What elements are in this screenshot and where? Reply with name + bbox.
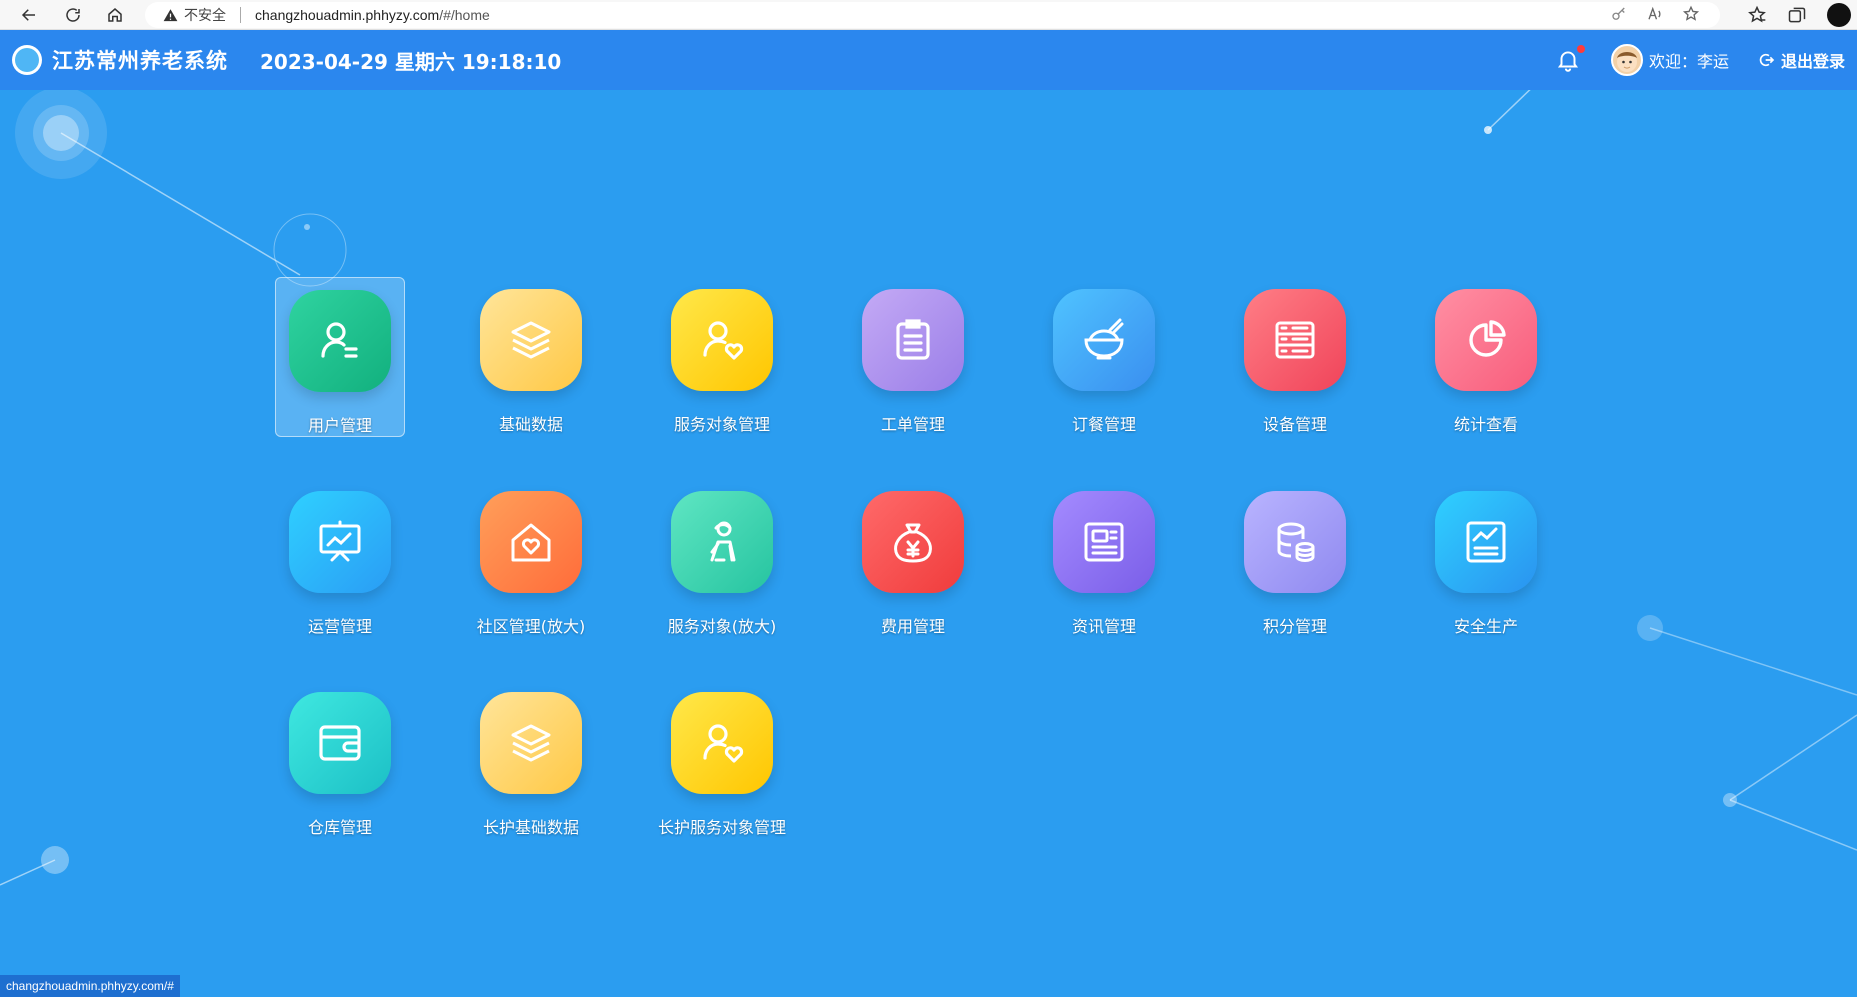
module-tile-label: 统计查看: [1453, 415, 1518, 434]
browser-toolbar: 不安全 changzhouadmin.phhyzy.com/#/home: [0, 0, 1857, 30]
key-icon[interactable]: [1610, 5, 1628, 23]
user-heart-icon[interactable]: [671, 289, 773, 391]
module-tile[interactable]: 运营管理: [275, 479, 405, 639]
module-tile-label: 仓库管理: [307, 818, 372, 837]
rice-bowl-icon[interactable]: [1053, 289, 1155, 391]
status-url-tooltip: changzhouadmin.phhyzy.com/#: [0, 975, 180, 997]
module-tile[interactable]: 服务对象管理: [657, 277, 787, 437]
security-warning[interactable]: 不安全: [163, 5, 226, 25]
app-header: 江苏常州养老系统 2023-04-29 星期六 19:18:10 欢迎：李运 退…: [0, 30, 1857, 90]
module-tile-label: 长护基础数据: [482, 818, 579, 837]
module-tile[interactable]: 基础数据: [466, 277, 596, 437]
notification-badge: [1576, 45, 1585, 53]
module-tile-label: 服务对象(放大): [667, 617, 777, 636]
module-tile[interactable]: 积分管理: [1230, 479, 1360, 639]
favorite-add-icon[interactable]: [1682, 5, 1700, 23]
module-tile[interactable]: 工单管理: [848, 277, 978, 437]
logout-icon: [1759, 53, 1775, 67]
module-tile-label: 资讯管理: [1071, 617, 1136, 636]
logout-label: 退出登录: [1780, 52, 1845, 71]
module-tile[interactable]: 社区管理(放大): [466, 479, 596, 639]
home-icon[interactable]: [100, 0, 130, 30]
elderly-person-icon[interactable]: [671, 491, 773, 593]
welcome-text: 欢迎：李运: [1648, 52, 1729, 71]
favorites-icon[interactable]: [1747, 5, 1767, 25]
module-tile-label: 服务对象管理: [673, 415, 770, 434]
wallet-icon[interactable]: [289, 692, 391, 794]
module-tile-label: 社区管理(放大): [476, 617, 586, 636]
database-icon[interactable]: [1244, 491, 1346, 593]
module-tile[interactable]: 资讯管理: [1039, 479, 1169, 639]
house-heart-icon[interactable]: [480, 491, 582, 593]
module-tile-label: 费用管理: [880, 617, 945, 636]
module-tile-label: 安全生产: [1453, 617, 1518, 636]
module-tile[interactable]: 长护基础数据: [466, 680, 596, 840]
module-tile[interactable]: 用户管理: [275, 277, 405, 437]
presentation-icon[interactable]: [289, 491, 391, 593]
module-tile-label: 运营管理: [307, 617, 372, 636]
divider: [240, 7, 241, 23]
module-tile-label: 用户管理: [307, 416, 372, 435]
module-tile[interactable]: 长护服务对象管理: [657, 680, 787, 840]
url-host: changzhouadmin.phhyzy.com: [255, 7, 440, 23]
money-bag-icon[interactable]: [862, 491, 964, 593]
current-datetime: 2023-04-29 星期六 19:18:10: [260, 49, 562, 74]
module-tile-label: 设备管理: [1262, 415, 1327, 434]
report-icon[interactable]: [1435, 491, 1537, 593]
refresh-icon[interactable]: [58, 0, 88, 30]
module-tile[interactable]: 设备管理: [1230, 277, 1360, 437]
read-aloud-icon[interactable]: [1646, 5, 1664, 23]
user-list-icon[interactable]: [289, 290, 391, 392]
module-tile[interactable]: 仓库管理: [275, 680, 405, 840]
layers-icon[interactable]: [480, 692, 582, 794]
server-icon[interactable]: [1244, 289, 1346, 391]
module-tile-label: 基础数据: [498, 415, 563, 434]
layers-icon[interactable]: [480, 289, 582, 391]
module-tile[interactable]: 统计查看: [1421, 277, 1551, 437]
logout-button[interactable]: 退出登录: [1759, 48, 1845, 72]
module-tile-label: 订餐管理: [1071, 415, 1136, 434]
module-tile-label: 积分管理: [1262, 617, 1327, 636]
avatar[interactable]: [1610, 44, 1643, 76]
url-text: changzhouadmin.phhyzy.com/#/home: [255, 7, 490, 23]
clipboard-icon[interactable]: [862, 289, 964, 391]
module-tile[interactable]: 订餐管理: [1039, 277, 1169, 437]
notification-bell-icon[interactable]: [1555, 45, 1585, 73]
profile-icon[interactable]: [1827, 3, 1851, 27]
address-bar[interactable]: 不安全 changzhouadmin.phhyzy.com/#/home: [145, 2, 1720, 28]
module-tile-label: 长护服务对象管理: [657, 818, 786, 837]
logo-icon: [12, 45, 42, 75]
url-path: /#/home: [439, 7, 490, 23]
warning-icon: [163, 8, 178, 21]
module-tile[interactable]: 服务对象(放大): [657, 479, 787, 639]
security-label: 不安全: [184, 8, 226, 24]
back-icon[interactable]: [14, 0, 44, 30]
module-tile[interactable]: 安全生产: [1421, 479, 1551, 639]
pie-chart-icon[interactable]: [1435, 289, 1537, 391]
news-icon[interactable]: [1053, 491, 1155, 593]
app-title: 江苏常州养老系统: [52, 49, 228, 73]
user-heart-icon[interactable]: [671, 692, 773, 794]
collections-icon[interactable]: [1787, 5, 1807, 25]
module-tile-label: 工单管理: [880, 415, 945, 434]
module-tile[interactable]: 费用管理: [848, 479, 978, 639]
